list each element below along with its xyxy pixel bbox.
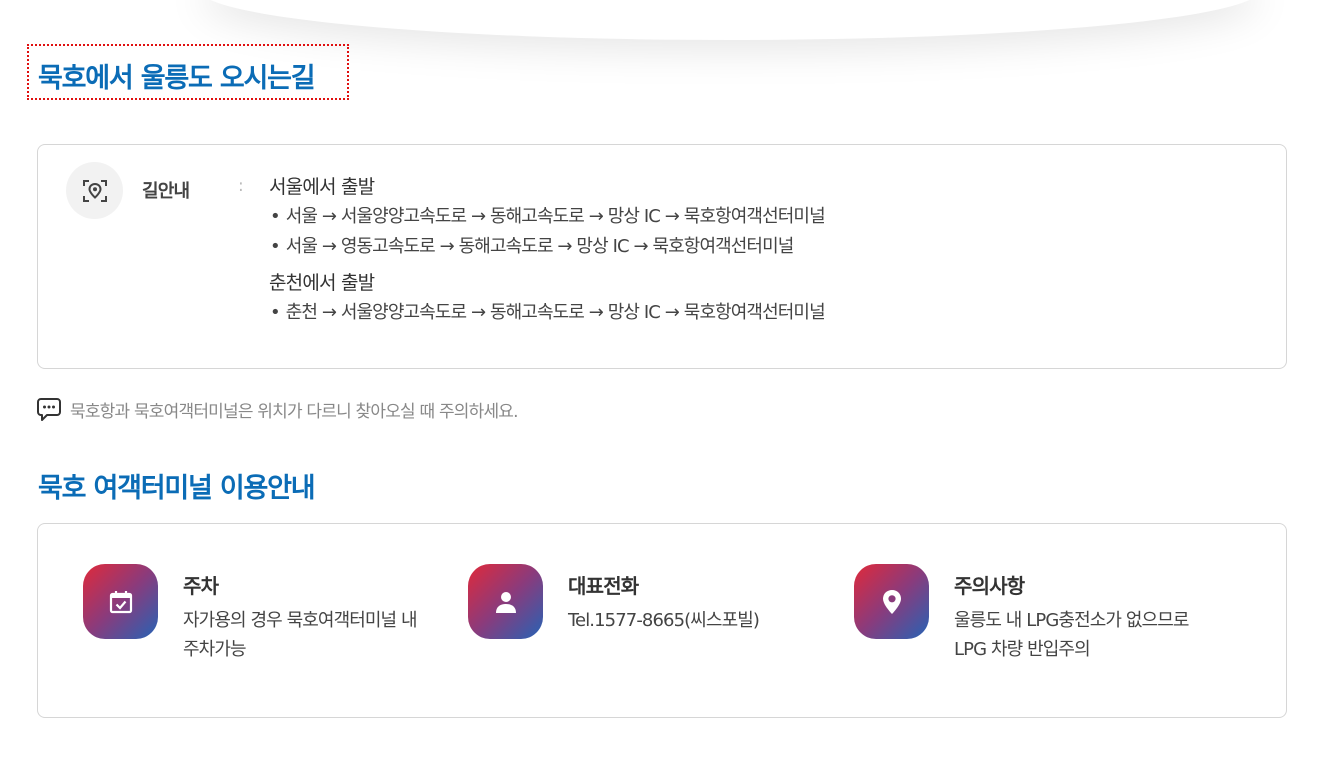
route-group-seoul: 서울에서 출발 • 서울 → 서울양양고속도로 → 동해고속도로 → 망상 IC …	[269, 174, 826, 262]
map-pin-icon	[854, 564, 929, 639]
info-title: 대표전화	[568, 574, 639, 598]
info-title: 주의사항	[954, 574, 1025, 598]
notice: 묵호항과 묵호여객터미널은 위치가 다르니 찾아오실 때 주의하세요.	[37, 396, 519, 422]
route-line: • 서울 → 영동고속도로 → 동해고속도로 → 망상 IC → 묵호항여객선터미…	[270, 236, 794, 257]
person-icon	[468, 564, 543, 639]
location-target-icon	[66, 162, 123, 219]
route-heading: 서울에서 출발	[269, 176, 375, 198]
section-title-directions: 묵호에서 울릉도 오시는길	[38, 63, 316, 94]
route-colon: :	[238, 176, 244, 196]
info-desc: Tel.1577-8665(씨스포빌)	[568, 610, 760, 631]
section-title-terminal-info: 묵호 여객터미널 이용안내	[38, 473, 316, 504]
route-line: • 춘천 → 서울양양고속도로 → 동해고속도로 → 망상 IC → 묵호항여객선…	[270, 302, 826, 323]
route-group-chuncheon: 춘천에서 출발 • 춘천 → 서울양양고속도로 → 동해고속도로 → 망상 IC …	[269, 270, 826, 328]
terminal-info-card: 주차 자가용의 경우 묵호여객터미널 내 주차가능 대표전화 Tel.1577-…	[37, 523, 1287, 718]
route-card: 길안내 : 서울에서 출발 • 서울 → 서울양양고속도로 → 동해고속도로 → …	[37, 144, 1287, 369]
route-list: 서울에서 출발 • 서울 → 서울양양고속도로 → 동해고속도로 → 망상 IC …	[269, 174, 826, 328]
route-label: 길안내	[142, 181, 190, 202]
notice-text: 묵호항과 묵호여객터미널은 위치가 다르니 찾아오실 때 주의하세요.	[70, 401, 519, 422]
header-shadow	[200, 0, 1260, 40]
info-desc: 자가용의 경우 묵호여객터미널 내 주차가능	[183, 610, 418, 660]
chat-bubble-icon	[37, 398, 61, 421]
info-desc: 울릉도 내 LPG충전소가 없으므로 LPG 차량 반입주의	[954, 610, 1189, 660]
route-heading: 춘천에서 출발	[269, 272, 375, 294]
calendar-check-icon	[83, 564, 158, 639]
info-title: 주차	[183, 574, 219, 598]
route-line: • 서울 → 서울양양고속도로 → 동해고속도로 → 망상 IC → 묵호항여객선…	[270, 206, 826, 227]
